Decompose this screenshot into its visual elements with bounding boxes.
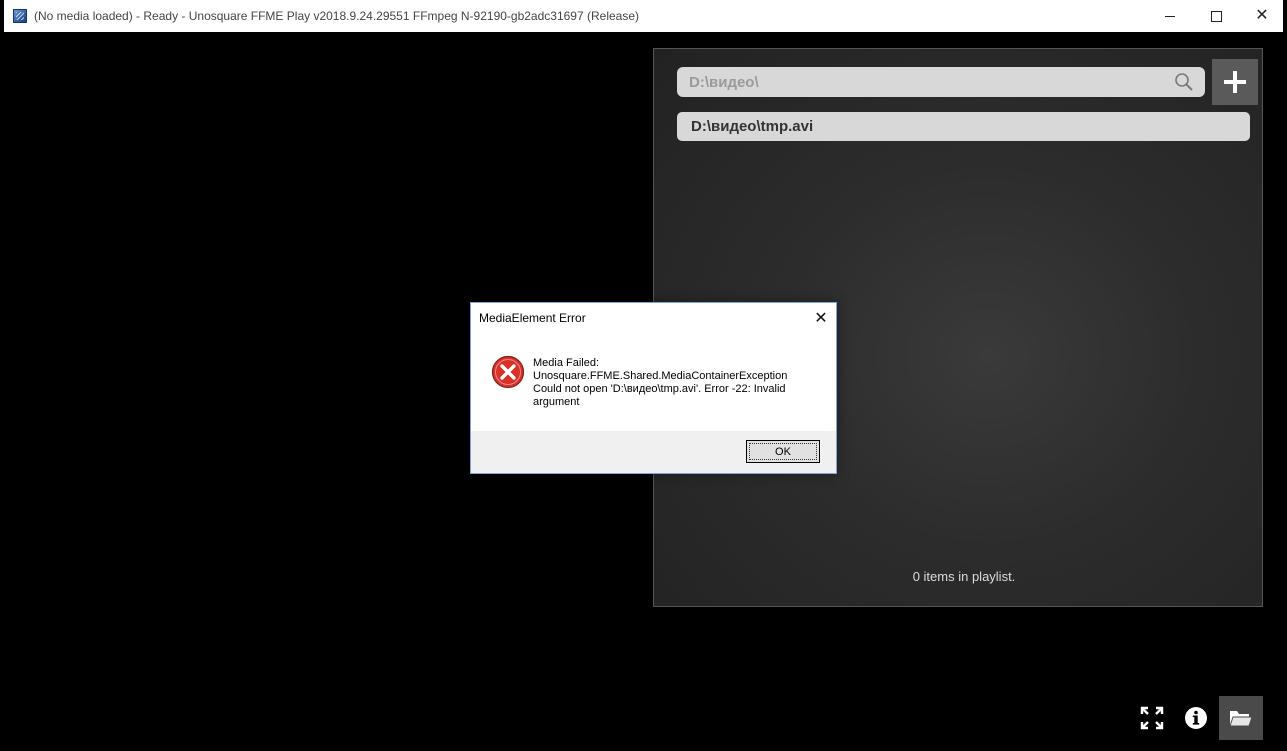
dialog-close-button[interactable]: ✕ (811, 309, 831, 327)
info-icon (1185, 707, 1207, 729)
dialog-message: Media Failed: Unosquare.FFME.Shared.Medi… (533, 357, 823, 409)
title-bar[interactable]: (No media loaded) - Ready - Unosquare FF… (4, 0, 1284, 32)
info-button[interactable] (1174, 696, 1218, 740)
open-folder-icon (1229, 711, 1253, 727)
close-icon: ✕ (814, 310, 828, 327)
plus-icon (1224, 71, 1246, 93)
window-edge (1283, 0, 1287, 751)
window-title: (No media loaded) - Ready - Unosquare FF… (34, 9, 639, 23)
search-box[interactable] (677, 67, 1205, 97)
dialog-footer: OK (471, 431, 836, 473)
minimize-icon (1165, 15, 1175, 17)
error-icon (491, 355, 525, 389)
dialog-title: MediaElement Error (479, 311, 586, 325)
add-button[interactable] (1212, 59, 1258, 105)
close-button[interactable]: ✕ (1239, 0, 1285, 32)
message-line: Unosquare.FFME.Shared.MediaContainerExce… (533, 370, 788, 382)
minimize-button[interactable] (1147, 0, 1193, 32)
ok-button[interactable]: OK (746, 440, 820, 463)
app-window: (No media loaded) - Ready - Unosquare FF… (0, 0, 1287, 751)
message-line: Media Failed: (533, 357, 600, 369)
search-icon[interactable] (1174, 72, 1194, 92)
app-icon[interactable] (13, 9, 27, 23)
message-line: argument (533, 396, 580, 408)
fullscreen-button[interactable] (1130, 696, 1174, 740)
playlist-item-label: D:\видео\tmp.avi (691, 118, 814, 135)
maximize-button[interactable] (1193, 0, 1239, 32)
playlist-count: 0 items in playlist. (912, 569, 1016, 584)
search-input[interactable] (689, 73, 1159, 91)
open-folder-button[interactable] (1219, 696, 1263, 740)
error-dialog: MediaElement Error ✕ Media Failed: Unosq… (470, 302, 837, 474)
message-line: Could not open 'D:\видео\tmp.avi'. Error… (533, 383, 786, 395)
maximize-icon (1210, 10, 1222, 22)
close-icon: ✕ (1255, 7, 1269, 24)
fullscreen-icon (1140, 706, 1164, 730)
playlist-item[interactable]: D:\видео\tmp.avi (677, 112, 1250, 141)
